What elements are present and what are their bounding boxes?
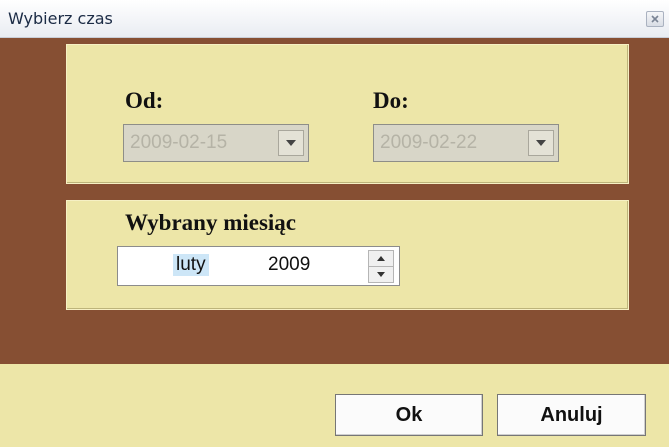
arrow-up-icon — [377, 256, 385, 261]
to-date-combobox[interactable]: 2009-02-22 — [373, 124, 559, 162]
cancel-button[interactable]: Anuluj — [497, 394, 646, 436]
window-title: Wybierz czas — [8, 9, 113, 28]
from-date-value: 2009-02-15 — [130, 132, 228, 153]
arrow-down-icon — [377, 272, 385, 277]
year-value[interactable]: 2009 — [268, 254, 310, 276]
to-label: Do: — [373, 88, 409, 113]
ok-button[interactable]: Ok — [335, 394, 483, 436]
chevron-down-icon — [286, 140, 296, 146]
spin-down-button[interactable] — [368, 266, 394, 283]
date-range-panel — [66, 44, 629, 184]
close-icon — [651, 15, 659, 23]
to-date-value: 2009-02-22 — [380, 132, 478, 153]
title-bar: Wybierz czas — [0, 0, 669, 38]
from-date-combobox[interactable]: 2009-02-15 — [123, 124, 309, 162]
month-spinner[interactable]: luty 2009 — [117, 246, 400, 286]
chevron-down-icon — [536, 140, 546, 146]
close-button[interactable] — [646, 11, 664, 27]
month-value[interactable]: luty — [173, 254, 209, 276]
month-label: Wybrany miesiąc — [125, 210, 296, 235]
spin-up-button[interactable] — [368, 250, 394, 267]
to-dropdown-button[interactable] — [528, 130, 554, 156]
from-dropdown-button[interactable] — [278, 130, 304, 156]
from-label: Od: — [125, 88, 164, 113]
